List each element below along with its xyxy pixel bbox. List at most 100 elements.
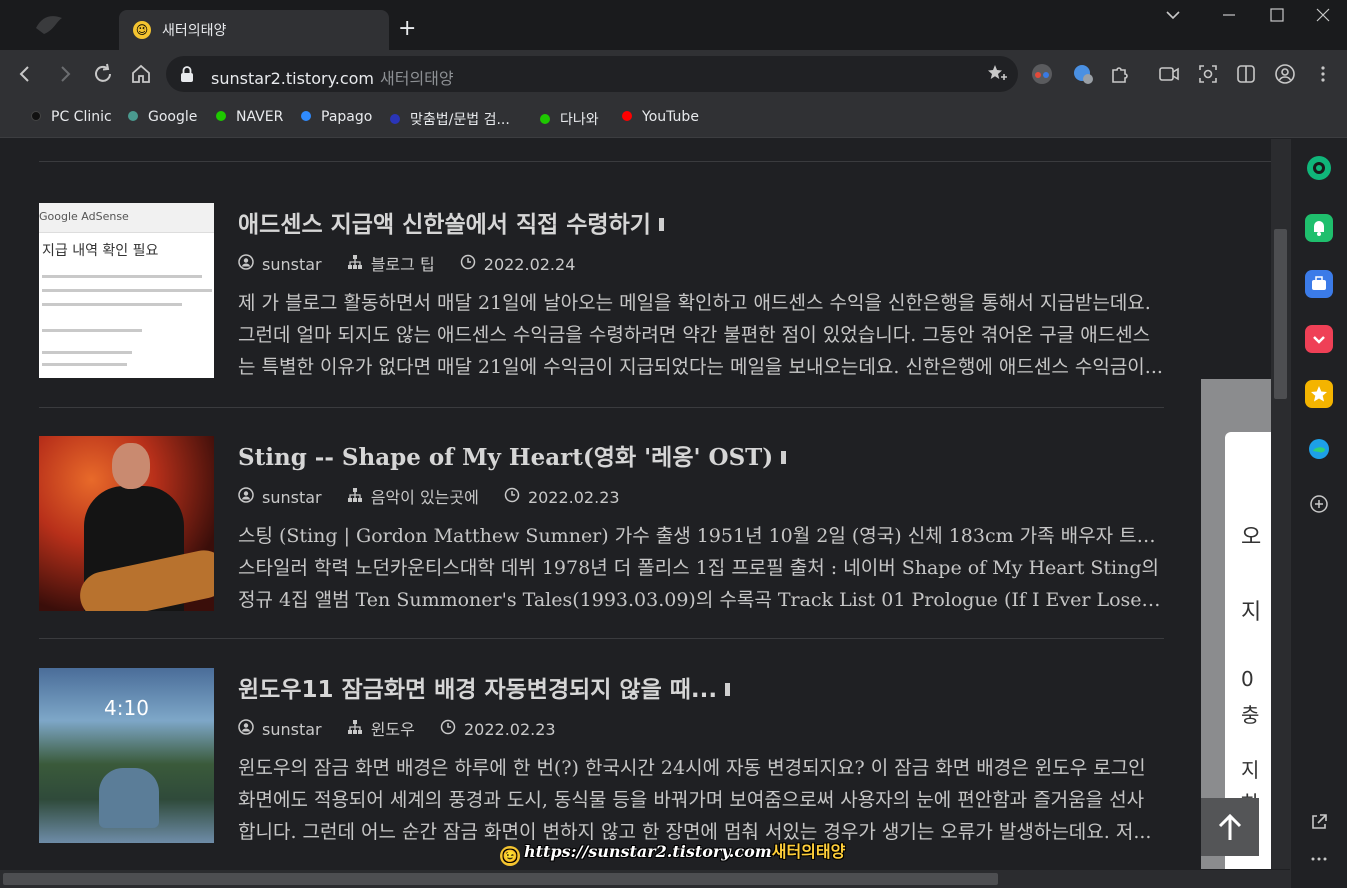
add-sidebar-app-icon[interactable] — [1305, 490, 1333, 518]
extensions-puzzle-icon[interactable] — [1109, 63, 1131, 85]
split-screen-icon[interactable] — [1235, 63, 1257, 85]
bookmark-label: PC Clinic — [51, 109, 112, 125]
thumb-header-text: Google AdSense — [39, 210, 129, 223]
bookmark-papago[interactable]: Papago — [301, 109, 372, 125]
panel-text: 지 — [1241, 600, 1262, 625]
bookmark-naver[interactable]: NAVER — [216, 109, 283, 125]
post-meta: sunstar 블로그 팁 2022.02.24 — [238, 251, 595, 275]
excerpt-line: 는 특별한 이유가 없다면 매달 21일에 수익금이 지급되었다는 메일을 보내… — [238, 356, 1163, 378]
copilot-icon[interactable] — [1305, 154, 1333, 182]
scrollbar-thumb[interactable] — [1274, 229, 1287, 399]
title-marker-icon — [725, 683, 731, 696]
post-date: 2022.02.23 — [527, 488, 620, 507]
thumb-line — [42, 363, 127, 366]
more-menu-icon[interactable] — [1312, 63, 1334, 85]
bookmark-pc-clinic[interactable]: PC Clinic — [31, 109, 112, 125]
post-title-text: 윈도우11 잠금화면 배경 자동변경되지 않을 때... — [238, 677, 718, 703]
post-item[interactable]: 4:10 윈도우11 잠금화면 배경 자동변경되지 않을 때... sunsta… — [39, 668, 1164, 843]
post-meta: sunstar 윈도우 2022.02.23 — [238, 716, 576, 740]
watermark: 😉 https://sunstar2.tistory.com새터의태양 — [500, 838, 845, 866]
excerpt-line: 화면에도 적용되어 세계의 풍경과 도시, 동식물 등을 바꿔가며 보여줌으로써… — [238, 789, 1145, 811]
home-button[interactable] — [129, 62, 153, 86]
excerpt-line: 정규 4집 앨범 Ten Summoner's Tales(1993.03.09… — [238, 589, 1164, 611]
watermark-url: https://sunstar2.tistory.com — [524, 842, 772, 861]
screenshot-icon[interactable] — [1197, 63, 1219, 85]
bookmark-favicon-icon — [390, 114, 400, 124]
post-category[interactable]: 윈도우 — [371, 720, 415, 739]
sidebar-more-icon[interactable] — [1305, 845, 1333, 873]
tab-strip: 😉 새터의태양 + — [0, 0, 1347, 50]
bookmark-youtube[interactable]: YouTube — [622, 109, 699, 125]
excerpt-line: 스팅 (Sting | Gordon Matthew Sumner) 가수 출생… — [238, 525, 1164, 547]
address-bar[interactable]: sunstar2.tistory.com 새터의태양 — [166, 56, 1018, 92]
favorites-star-icon[interactable] — [986, 63, 1008, 90]
clock-icon — [504, 487, 520, 503]
post-item[interactable]: Sting -- Shape of My Heart(영화 '레옹' OST) … — [39, 436, 1164, 611]
divider — [39, 407, 1164, 408]
edge-icon[interactable] — [1305, 435, 1333, 463]
pocket-icon[interactable] — [1305, 325, 1333, 353]
bookmark-favicon-icon — [128, 111, 138, 121]
back-button[interactable] — [13, 62, 37, 86]
notification-icon[interactable] — [1305, 214, 1333, 242]
extension-globe-icon[interactable] — [1072, 63, 1094, 85]
reload-button[interactable] — [91, 62, 115, 86]
forward-button[interactable] — [53, 62, 77, 86]
post-thumbnail[interactable] — [39, 436, 214, 611]
page-content: Google AdSense 지급 내역 확인 필요 애드센스 지급액 신한쏠에… — [0, 139, 1290, 869]
post-meta: sunstar 음악이 있는곳에 2022.02.23 — [238, 484, 640, 508]
scrollbar-thumb[interactable] — [3, 873, 998, 885]
post-title[interactable]: 윈도우11 잠금화면 배경 자동변경되지 않을 때... — [238, 670, 731, 704]
edge-sidebar — [1290, 139, 1347, 888]
post-title-text: 애드센스 지급액 신한쏠에서 직접 수령하기 — [238, 212, 651, 238]
post-date: 2022.02.23 — [463, 720, 556, 739]
post-title[interactable]: Sting -- Shape of My Heart(영화 '레옹' OST) — [238, 438, 787, 472]
bookmark-label: YouTube — [642, 109, 699, 125]
maximize-button[interactable] — [1268, 6, 1286, 28]
post-excerpt[interactable]: 윈도우의 잠금 화면 배경은 하루에 한 번(?) 한국시간 24시에 자동 변… — [238, 752, 1164, 848]
bookmark-label: Google — [148, 109, 198, 125]
open-external-icon[interactable] — [1305, 808, 1333, 836]
tab-search-icon[interactable] — [1164, 6, 1182, 28]
extension-glasses-icon[interactable] — [1031, 63, 1053, 85]
post-title-text: Sting -- Shape of My Heart(영화 '레옹' OST) — [238, 444, 774, 471]
lock-icon[interactable] — [180, 66, 194, 82]
post-author[interactable]: sunstar — [262, 720, 322, 739]
bookmark-label: 다나와 — [560, 112, 599, 128]
tab-active[interactable]: 😉 새터의태양 — [119, 10, 389, 50]
horizontal-scrollbar[interactable] — [0, 870, 1290, 888]
profile-icon[interactable] — [1274, 63, 1296, 85]
scroll-to-top-button[interactable] — [1201, 798, 1259, 856]
category-icon — [347, 487, 363, 503]
bookmark-danawa[interactable]: 다나와 — [540, 109, 599, 129]
post-title[interactable]: 애드센스 지급액 신한쏠에서 직접 수령하기 — [238, 205, 664, 239]
bookmark-favicon-icon — [540, 114, 550, 124]
bookmark-label: Papago — [321, 109, 373, 125]
winking-face-icon: 😉 — [133, 21, 151, 39]
post-category[interactable]: 블로그 팁 — [371, 255, 435, 274]
vertical-scrollbar[interactable] — [1271, 139, 1290, 869]
category-icon — [347, 254, 363, 270]
video-capture-icon[interactable] — [1158, 63, 1180, 85]
thumb-lake — [99, 768, 159, 828]
side-widget-panel: 오 지 0 충 지 하 — [1201, 379, 1271, 869]
post-thumbnail[interactable]: 4:10 — [39, 668, 214, 843]
post-category[interactable]: 음악이 있는곳에 — [371, 488, 479, 507]
favorites-icon[interactable] — [1305, 380, 1333, 408]
post-item[interactable]: Google AdSense 지급 내역 확인 필요 애드센스 지급액 신한쏠에… — [39, 203, 1164, 378]
post-thumbnail[interactable]: Google AdSense 지급 내역 확인 필요 — [39, 203, 214, 378]
new-tab-button[interactable]: + — [398, 18, 416, 40]
post-excerpt[interactable]: 스팅 (Sting | Gordon Matthew Sumner) 가수 출생… — [238, 520, 1164, 616]
bookmark-google[interactable]: Google — [128, 109, 197, 125]
post-excerpt[interactable]: 제 가 블로그 활동하면서 매달 21일에 날아오는 메일을 확인하고 애드센스… — [238, 287, 1164, 383]
clock-icon — [460, 254, 476, 270]
close-button[interactable] — [1314, 6, 1332, 28]
bookmark-spellcheck[interactable]: 맞춤법/문법 검... — [390, 109, 510, 129]
bookmark-favicon-icon — [622, 111, 632, 121]
post-author[interactable]: sunstar — [262, 255, 322, 274]
tools-icon[interactable] — [1305, 270, 1333, 298]
minimize-button[interactable] — [1220, 6, 1238, 28]
category-icon — [347, 719, 363, 735]
winking-face-icon: 😉 — [500, 846, 520, 866]
post-author[interactable]: sunstar — [262, 488, 322, 507]
